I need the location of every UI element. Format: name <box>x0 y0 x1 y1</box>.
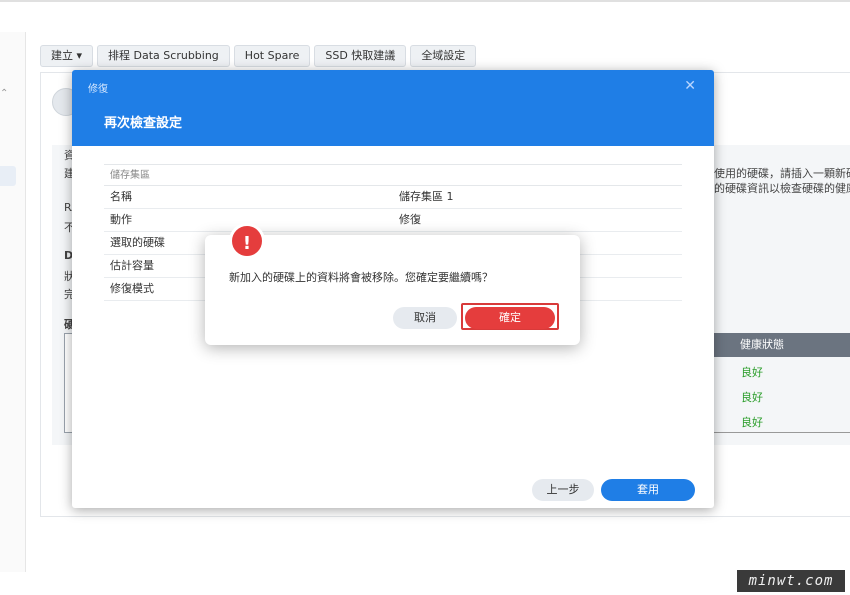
row-value: 修復 <box>399 213 421 226</box>
create-button[interactable]: 建立 ▾ <box>40 45 94 67</box>
ssd-cache-button[interactable]: SSD 快取建議 <box>314 45 407 67</box>
dialog-header: 修復 ✕ 再次檢查設定 <box>72 70 714 146</box>
confirm-message: 新加入的硬碟上的資料將會被移除。您確定要繼續嗎？ <box>229 271 493 284</box>
row-key: 選取的硬碟 <box>110 236 165 249</box>
disk-list-frame <box>64 333 72 433</box>
summary-row: 動作 修復 <box>104 209 682 232</box>
apply-button[interactable]: 套用 <box>601 479 695 501</box>
bg-info-text: 使用的硬碟，請插入一顆新硬碟 <box>714 167 850 180</box>
nav-selected-item[interactable] <box>0 166 16 186</box>
warning-icon: ! <box>229 223 265 259</box>
global-settings-button[interactable]: 全域設定 <box>410 45 477 67</box>
health-status-value: 良好 <box>741 416 763 429</box>
create-label: 建立 <box>51 49 73 62</box>
hot-spare-button[interactable]: Hot Spare <box>233 45 311 67</box>
dialog-subtitle: 修復 <box>88 84 108 95</box>
bg-info-text: 的硬碟資訊以檢查硬碟的健康 <box>714 182 850 195</box>
previous-button[interactable]: 上一步 <box>532 479 594 501</box>
confirm-popup: ! 新加入的硬碟上的資料將會被移除。您確定要繼續嗎？ 取消 確定 <box>205 223 580 345</box>
summary-row: 名稱 儲存集區 1 <box>104 186 682 209</box>
health-status-header: 健康狀態 <box>714 333 850 357</box>
scrubbing-button[interactable]: 排程 Data Scrubbing <box>97 45 230 67</box>
row-key: 動作 <box>110 213 132 226</box>
health-status-value: 良好 <box>741 391 763 404</box>
row-value: 儲存集區 1 <box>399 190 454 203</box>
top-border <box>0 0 850 2</box>
chevron-up-icon[interactable]: ⌃ <box>0 88 8 99</box>
ok-button[interactable]: 確定 <box>465 307 555 329</box>
toolbar: 建立 ▾ 排程 Data Scrubbing Hot Spare SSD 快取建… <box>40 45 477 67</box>
close-icon[interactable]: ✕ <box>684 78 696 94</box>
left-nav: ⌃ <box>0 32 26 572</box>
health-status-value: 良好 <box>741 366 763 379</box>
dialog-title: 再次檢查設定 <box>104 116 183 131</box>
row-key: 估計容量 <box>110 259 154 272</box>
cancel-button[interactable]: 取消 <box>393 307 457 329</box>
row-key: 名稱 <box>110 190 132 203</box>
row-key: 修復模式 <box>110 282 154 295</box>
table-divider <box>714 432 850 433</box>
caret-down-icon: ▾ <box>76 49 83 62</box>
section-header: 儲存集區 <box>104 164 682 186</box>
watermark: minwt.com <box>737 570 845 592</box>
